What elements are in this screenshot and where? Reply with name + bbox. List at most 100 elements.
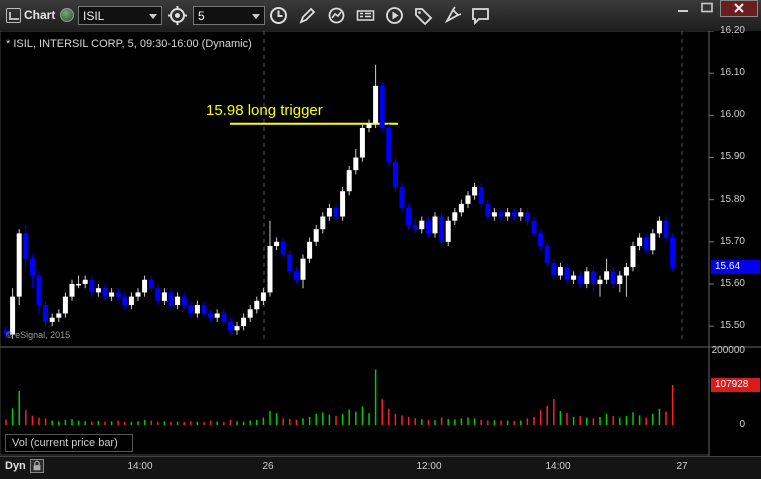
refresh-button[interactable]	[326, 5, 347, 26]
candle-body	[485, 203, 491, 217]
dynamic-mode-label[interactable]: Dyn	[5, 460, 26, 472]
time-axis[interactable]: Dyn 14:00 26 12:00 14:00 27	[0, 456, 761, 479]
candle-body	[353, 157, 359, 171]
candle-body	[254, 300, 260, 310]
candle-body	[29, 258, 35, 276]
close-button[interactable]	[720, 0, 758, 17]
link-icon[interactable]	[60, 8, 74, 22]
candle-body	[241, 317, 247, 327]
time-tick-label: 14:00	[545, 461, 571, 472]
play-button[interactable]	[384, 5, 405, 26]
time-button[interactable]	[268, 5, 289, 26]
candle-body	[373, 85, 379, 124]
cursor-data-button[interactable]	[355, 5, 376, 26]
candle-body	[142, 279, 148, 293]
candle-body	[148, 279, 154, 289]
candle-body	[392, 161, 398, 187]
candle-body	[656, 220, 662, 234]
candle-body	[313, 229, 319, 242]
candle-body	[531, 220, 537, 234]
trigger-annotation[interactable]: 15.98 long trigger	[206, 102, 323, 119]
candle-body	[293, 271, 299, 280]
maximize-button[interactable]	[696, 0, 718, 17]
candle-body	[333, 208, 339, 217]
chart-title: * ISIL, INTERSIL CORP, 5, 09:30-16:00 (D…	[6, 38, 252, 50]
candle-body	[412, 224, 418, 230]
candle-body	[571, 275, 577, 280]
candle-body	[432, 216, 438, 234]
minimize-button[interactable]	[672, 0, 694, 17]
candle-body	[597, 279, 603, 284]
candle-body	[208, 313, 214, 318]
cursor-tool-button[interactable]	[442, 5, 463, 26]
candle-body	[564, 267, 570, 280]
price-tick-label: 15.60	[719, 277, 745, 289]
window-title: Chart	[24, 8, 56, 22]
cursor-data-icon	[356, 10, 375, 21]
time-tick-label: 14:00	[127, 461, 153, 472]
symbol-input[interactable]: ISIL	[78, 6, 162, 25]
candle-body	[122, 296, 128, 306]
compare-button[interactable]	[167, 5, 188, 26]
price-tick-label: 15.90	[719, 151, 745, 163]
candle-body	[346, 170, 352, 192]
lock-icon[interactable]	[30, 459, 44, 473]
volume-study-label[interactable]: Vol (current price bar)	[5, 434, 133, 452]
tag-button[interactable]	[413, 5, 434, 26]
price-tick-label: 16.00	[719, 109, 745, 121]
candle-body	[49, 317, 55, 322]
candle-body	[419, 220, 425, 230]
price-tick-label: 15.70	[719, 235, 745, 247]
play-icon	[386, 7, 403, 24]
price-tick-label: 16.20	[719, 25, 745, 36]
time-tick-label: 27	[676, 461, 688, 472]
price-tick-label: 16.10	[719, 67, 745, 79]
compare-icon	[168, 6, 187, 25]
candle-body	[386, 127, 392, 162]
candle-body	[406, 208, 412, 225]
symbol-value: ISIL	[83, 9, 105, 23]
current-price-tag: 15.64	[711, 260, 760, 275]
candle-body	[155, 288, 161, 301]
candle-body	[452, 212, 458, 221]
candle-body	[439, 216, 445, 242]
candle-body	[557, 267, 563, 276]
candle-body	[379, 85, 385, 128]
candle-body	[643, 237, 649, 251]
candle-body	[274, 241, 280, 247]
candle-body	[10, 296, 16, 335]
symbol-caret-icon[interactable]	[149, 14, 157, 19]
candle-body	[326, 208, 332, 217]
candle-body	[95, 288, 101, 293]
chart-pane[interactable]: * ISIL, INTERSIL CORP, 5, 09:30-16:00 (D…	[0, 25, 761, 458]
candle-body	[161, 292, 167, 301]
candle-body	[604, 271, 610, 280]
candle-body	[201, 305, 207, 314]
candle-body	[76, 283, 82, 286]
candle-body	[267, 246, 273, 293]
candle-body	[478, 187, 484, 204]
candle-body	[366, 123, 372, 128]
plot-frame	[0, 31, 710, 456]
candle-body	[551, 262, 557, 276]
candle-body	[637, 237, 643, 247]
candle-body	[234, 326, 240, 331]
draw-button[interactable]	[297, 5, 318, 26]
comment-button[interactable]	[470, 5, 491, 26]
candle-body	[16, 233, 22, 297]
candle-body	[82, 279, 88, 284]
close-icon	[734, 3, 744, 13]
volume-tick-label: 0	[739, 419, 745, 430]
candle-body	[617, 275, 623, 284]
current-volume-tag: 107928	[711, 378, 760, 393]
watermark: © eSignal, 2015	[6, 330, 71, 340]
candle-body	[472, 187, 478, 196]
candle-body	[102, 288, 108, 297]
candle-body	[623, 267, 629, 276]
volume-tick-label: 200000	[711, 345, 745, 356]
candle-body	[425, 220, 431, 234]
interval-input[interactable]: 5	[193, 6, 265, 25]
interval-caret-icon[interactable]	[252, 14, 260, 19]
minimize-icon	[678, 10, 688, 12]
chart-canvas[interactable]	[0, 31, 761, 456]
